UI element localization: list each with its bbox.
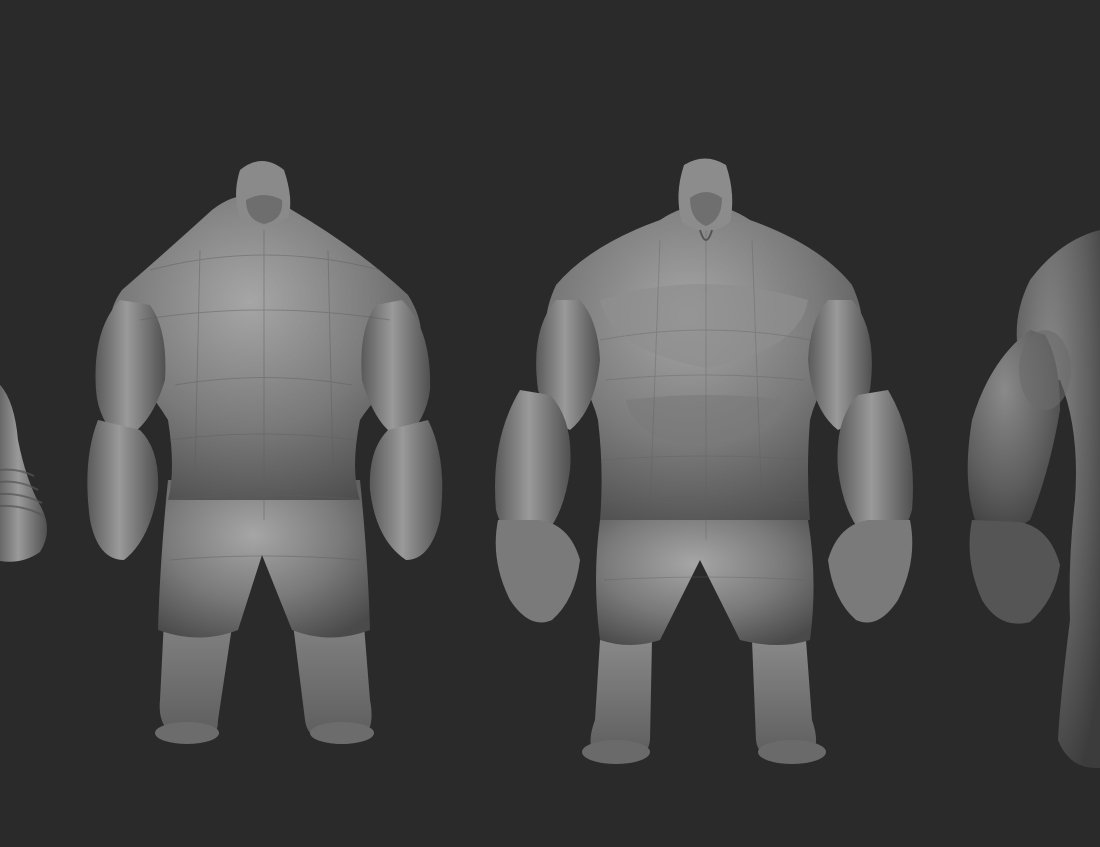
model-stage-blockout[interactable]	[87, 161, 443, 745]
model-stage-previous[interactable]	[0, 380, 47, 562]
model-stage-final[interactable]	[967, 230, 1100, 769]
sculpt-viewport[interactable]	[0, 0, 1100, 847]
model-stage-refined[interactable]	[495, 158, 913, 765]
